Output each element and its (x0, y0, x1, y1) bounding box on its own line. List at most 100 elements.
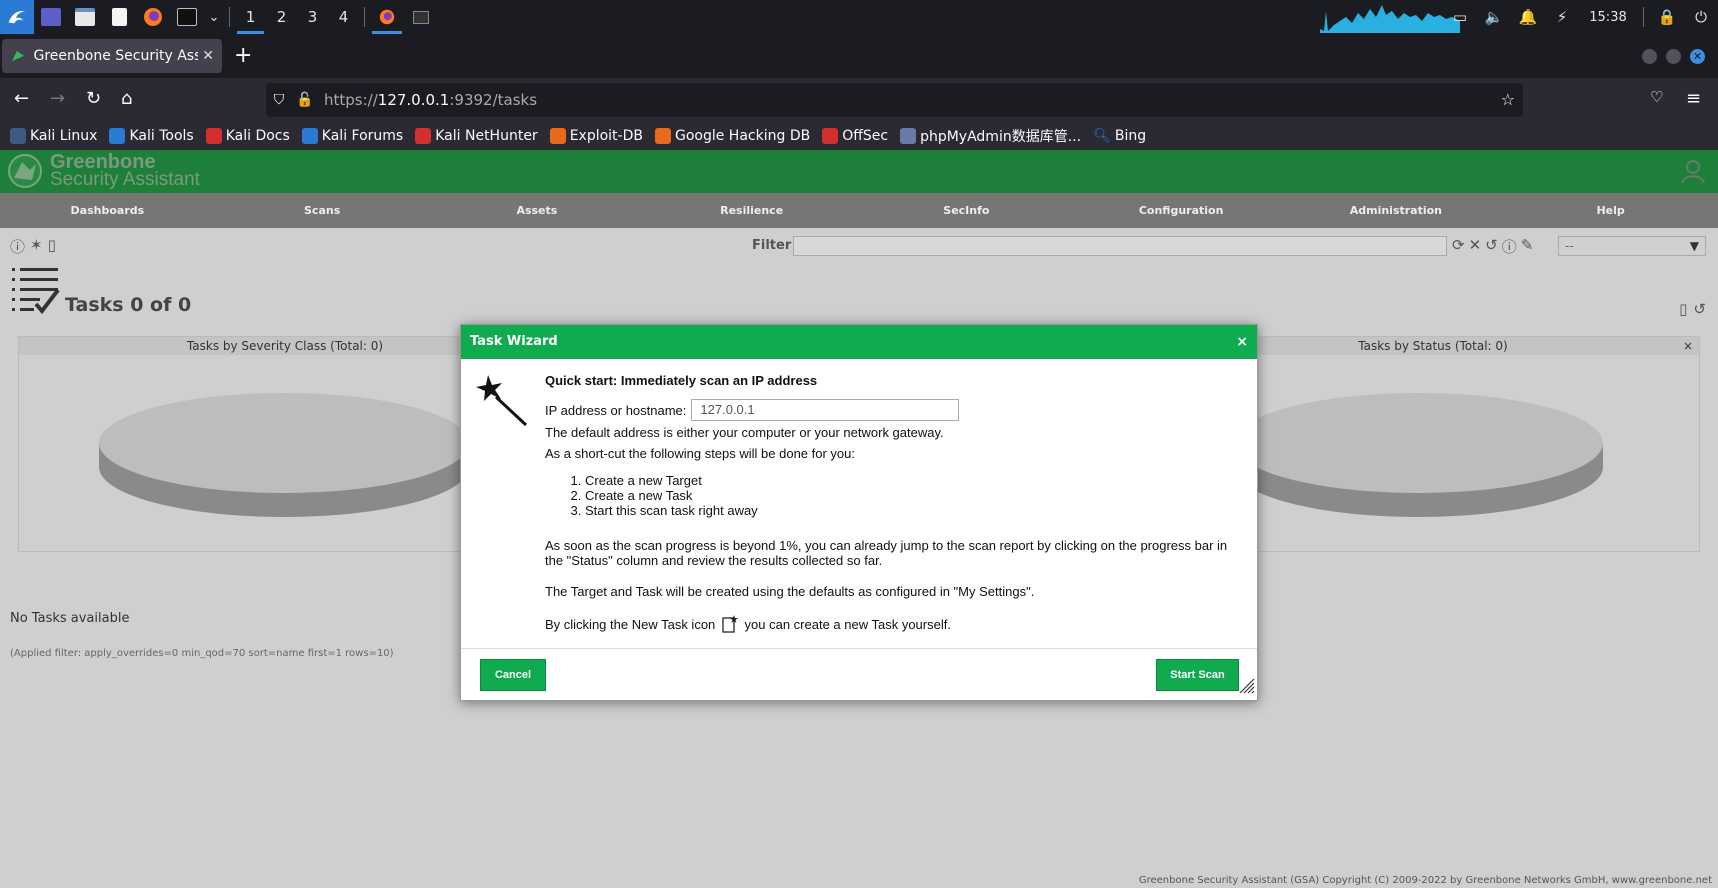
cancel-button[interactable]: Cancel (480, 659, 546, 691)
system-tray: ▭ 🔈 🔔 ⚡ 15:38 🔒 ⏻ (1443, 0, 1718, 34)
ip-address-input[interactable]: 127.0.0.1 (691, 399, 960, 421)
new-tab-button[interactable]: + (234, 44, 252, 68)
start-scan-button[interactable]: Start Scan (1156, 659, 1239, 691)
edit-filter-icon[interactable]: ✎ (1521, 236, 1534, 257)
close-chart-icon[interactable]: × (1683, 337, 1693, 355)
bookmark-label: Kali NetHunter (435, 128, 538, 144)
menu-help[interactable]: Help (1503, 193, 1718, 228)
menu-administration[interactable]: Administration (1289, 193, 1504, 228)
bookmark-google-hacking-db[interactable]: Google Hacking DB (654, 128, 810, 144)
url-text[interactable]: https://127.0.0.1:9392/tasks (324, 91, 537, 109)
filter-select[interactable]: -- ▼ (1558, 236, 1706, 256)
bookmarks-toolbar: Kali Linux Kali Tools Kali Docs Kali For… (0, 122, 1718, 150)
tab-title: Greenbone Security Assist (33, 48, 199, 64)
tasks-list-icon (10, 264, 62, 320)
greenbone-dragon-icon (8, 154, 42, 188)
text-editor-icon[interactable] (102, 0, 136, 34)
new-task-hint: By clicking the New Task icon you can cr… (545, 615, 1235, 636)
clock[interactable]: 15:38 (1579, 10, 1637, 25)
workspace-2[interactable]: 2 (266, 0, 297, 34)
firefox-icon[interactable] (136, 0, 170, 34)
hamburger-menu-icon[interactable]: ≡ (1686, 88, 1701, 109)
close-tab-icon[interactable]: ✕ (202, 48, 214, 64)
terminal-icon[interactable] (170, 0, 204, 34)
pocket-icon[interactable]: ♡ (1650, 88, 1663, 106)
minimize-window-button[interactable] (1642, 49, 1657, 64)
bookmark-phpmyadmin[interactable]: phpMyAdmin数据库管... (900, 126, 1081, 146)
bookmark-favicon-icon (10, 128, 26, 144)
reset-filter-icon[interactable]: ↺ (1485, 236, 1498, 257)
menu-dashboards[interactable]: Dashboards (0, 193, 215, 228)
bookmark-label: OffSec (842, 128, 889, 144)
panel-divider (229, 7, 230, 27)
workspace-1[interactable]: 1 (235, 0, 266, 34)
reload-icon[interactable]: ↻ (86, 88, 101, 109)
bookmark-star-icon[interactable]: ☆ (1501, 90, 1515, 109)
ip-row: IP address or hostname: 127.0.0.1 (545, 399, 1235, 421)
add-dashboard-icon[interactable]: ▯ (1679, 300, 1687, 318)
update-filter-icon[interactable]: ⟳ (1452, 236, 1465, 257)
menu-configuration[interactable]: Configuration (1074, 193, 1289, 228)
steps-list: Create a new Target Create a new Task St… (585, 473, 1235, 518)
resize-handle-icon[interactable] (1236, 675, 1256, 699)
bookmark-exploit-db[interactable]: Exploit-DB (549, 128, 643, 144)
menu-scans[interactable]: Scans (215, 193, 430, 228)
chart-title-text: Tasks by Severity Class (Total: 0) (186, 339, 384, 353)
chevron-down-icon[interactable]: ⌄ (204, 0, 224, 34)
shield-icon[interactable]: ⛉ (266, 92, 292, 108)
close-dialog-icon[interactable]: × (1236, 325, 1248, 359)
bookmark-favicon-icon (549, 128, 566, 144)
home-icon[interactable]: ⌂ (121, 88, 132, 109)
lock-warning-icon[interactable]: 🔓 (292, 92, 318, 108)
taskbar-terminal-window[interactable] (404, 0, 438, 34)
bookmark-kali-forums[interactable]: Kali Forums (301, 128, 403, 144)
bookmark-kali-tools[interactable]: Kali Tools (109, 128, 194, 144)
kali-menu-icon[interactable] (0, 0, 34, 34)
help-icon[interactable]: ⓘ (10, 236, 25, 257)
workspace-3[interactable]: 3 (297, 0, 328, 34)
back-arrow-icon[interactable]: ← (14, 88, 29, 109)
volume-icon[interactable]: 🔈 (1477, 8, 1511, 26)
bookmark-kali-linux[interactable]: Kali Linux (10, 128, 97, 144)
dialog-title: Task Wizard (470, 334, 558, 349)
browser-tab-gsa[interactable]: Greenbone Security Assist ✕ (2, 39, 222, 73)
new-task-icon[interactable]: ▯ (48, 236, 56, 257)
bookmark-favicon-icon (205, 128, 222, 144)
logout-icon[interactable]: ⏻ (1684, 8, 1718, 26)
forward-arrow-icon[interactable]: → (50, 88, 65, 109)
menu-resilience[interactable]: Resilience (644, 193, 859, 228)
task-wizard-dialog: Task Wizard × Quick start: Immediately s… (460, 324, 1258, 701)
lock-icon[interactable]: 🔒 (1650, 8, 1684, 26)
desktop-icon[interactable] (34, 0, 68, 34)
close-window-button[interactable]: ✕ (1690, 49, 1705, 64)
panel-divider (1643, 7, 1644, 27)
reset-dashboard-icon[interactable]: ↺ (1693, 300, 1706, 318)
power-icon[interactable]: ⚡ (1545, 8, 1579, 26)
chevron-down-icon: ▼ (1689, 239, 1699, 253)
bookmark-bing[interactable]: 🔍︎ Bing (1093, 128, 1146, 144)
maximize-window-button[interactable] (1666, 49, 1681, 64)
taskbar-firefox-window[interactable] (370, 0, 404, 34)
magic-wand-icon (474, 373, 528, 431)
user-icon[interactable] (1680, 158, 1706, 188)
step-item: Create a new Target (585, 473, 1235, 488)
bookmark-kali-nethunter[interactable]: Kali NetHunter (415, 128, 538, 144)
url-bar[interactable]: ⛉ 🔓 https://127.0.0.1:9392/tasks ☆ (266, 83, 1523, 117)
bookmark-kali-docs[interactable]: Kali Docs (205, 128, 290, 144)
applied-filter-text: (Applied filter: apply_overrides=0 min_q… (10, 648, 394, 659)
bookmark-offsec[interactable]: OffSec (822, 128, 888, 144)
screen-icon[interactable]: ▭ (1443, 8, 1477, 26)
wizard-icon[interactable]: ✶ (30, 236, 43, 257)
bookmark-label: Kali Docs (225, 128, 290, 144)
greenbone-logo[interactable]: Greenbone Security Assistant (6, 152, 200, 190)
bookmark-label: Kali Tools (129, 128, 194, 144)
menu-secinfo[interactable]: SecInfo (859, 193, 1074, 228)
bookmark-favicon-icon (654, 128, 671, 144)
menu-assets[interactable]: Assets (430, 193, 645, 228)
remove-filter-icon[interactable]: ✕ (1469, 236, 1482, 257)
workspace-4[interactable]: 4 (328, 0, 359, 34)
filter-input[interactable] (793, 236, 1447, 256)
notification-bell-icon[interactable]: 🔔 (1511, 8, 1545, 26)
file-manager-icon[interactable] (68, 0, 102, 34)
filter-help-icon[interactable]: ⓘ (1502, 236, 1517, 257)
